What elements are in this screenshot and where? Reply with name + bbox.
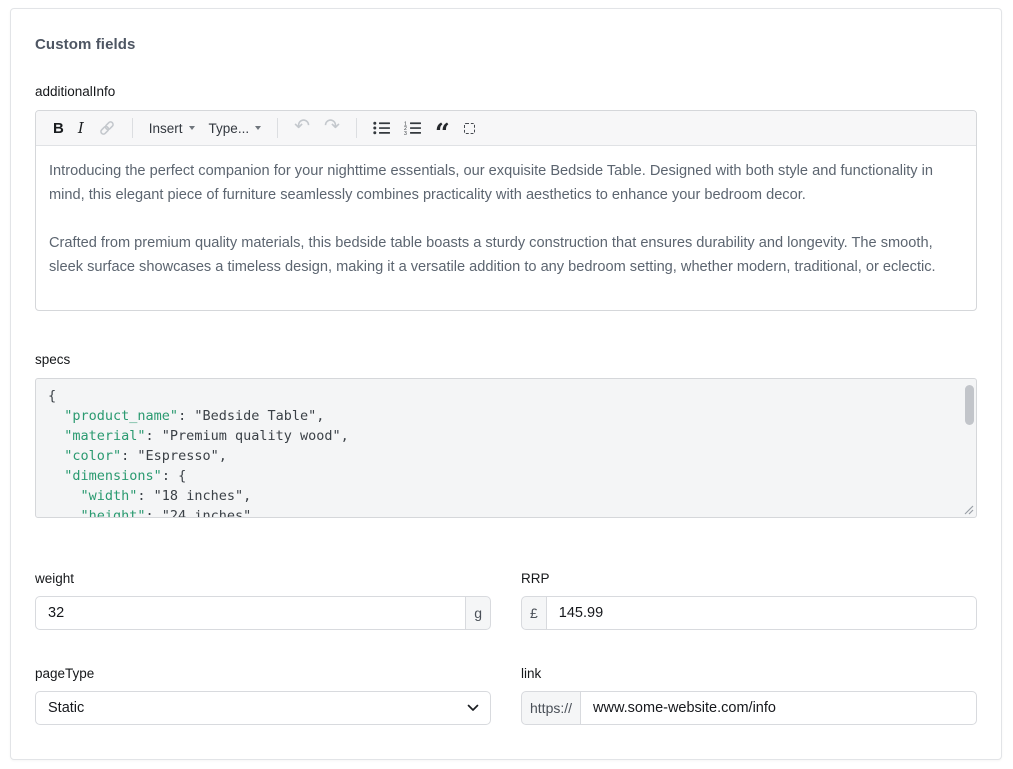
specs-code: { "product_name": "Bedside Table", "mate… [36, 379, 976, 518]
insert-dropdown-label: Insert [149, 121, 183, 136]
type-dropdown-label: Type... [209, 121, 250, 136]
rrp-input[interactable] [546, 596, 977, 630]
bullet-list-button[interactable] [366, 114, 397, 142]
page-type-label: pageType [35, 666, 491, 681]
specs-label: specs [35, 352, 977, 367]
insert-dropdown[interactable]: Insert [142, 114, 202, 142]
type-dropdown[interactable]: Type... [202, 114, 269, 142]
weight-input[interactable] [35, 596, 466, 630]
link-input[interactable] [580, 691, 977, 725]
toolbar-divider [356, 118, 357, 138]
rte-content[interactable]: Introducing the perfect companion for yo… [36, 146, 976, 310]
link-button[interactable] [91, 114, 123, 142]
chevron-down-icon [255, 126, 261, 130]
bullet-list-icon [373, 121, 390, 135]
italic-button[interactable]: I [71, 114, 91, 142]
specs-scrollbar [965, 381, 974, 503]
rte-paragraph: Introducing the perfect companion for yo… [49, 159, 963, 207]
page-type-select[interactable]: Static [35, 691, 491, 725]
field-page-type: pageType Static [35, 666, 491, 725]
rrp-input-group: £ [521, 596, 977, 630]
field-additional-info: additionalInfo B I Insert [35, 84, 977, 311]
field-specs: specs { "product_name": "Bedside Table",… [35, 352, 977, 518]
toolbar-divider [277, 118, 278, 138]
rte-toolbar: B I Insert Type... [36, 111, 976, 146]
weight-label: weight [35, 571, 491, 586]
bold-button[interactable]: B [46, 114, 71, 142]
specs-editor[interactable]: { "product_name": "Bedside Table", "mate… [35, 378, 977, 518]
field-link: link https:// [521, 666, 977, 725]
rich-text-editor: B I Insert Type... [35, 110, 977, 311]
additional-info-label: additionalInfo [35, 84, 977, 99]
scrollbar-thumb[interactable] [965, 385, 974, 425]
dashed-square-icon [464, 123, 475, 134]
protocol-addon: https:// [521, 691, 581, 725]
row-pagetype-link: pageType Static link https:// [35, 666, 977, 725]
undo-button[interactable]: ↶ [287, 114, 317, 142]
ordered-list-button[interactable]: 1 2 3 [397, 114, 428, 142]
rrp-label: RRP [521, 571, 977, 586]
page-title: Custom fields [35, 36, 977, 53]
rte-paragraph: Crafted from premium quality materials, … [49, 231, 963, 279]
field-weight: weight g [35, 571, 491, 630]
field-rrp: RRP £ [521, 571, 977, 630]
link-input-group: https:// [521, 691, 977, 725]
fullscreen-button[interactable] [457, 114, 482, 142]
currency-addon: £ [521, 596, 547, 630]
redo-button[interactable]: ↷ [317, 114, 347, 142]
resize-handle[interactable] [964, 505, 974, 515]
custom-fields-panel: Custom fields additionalInfo B I Inse [10, 8, 1002, 760]
link-label: link [521, 666, 977, 681]
svg-text:3: 3 [404, 131, 407, 135]
toolbar-divider [132, 118, 133, 138]
link-icon [98, 120, 116, 136]
ordered-list-icon: 1 2 3 [404, 121, 421, 135]
weight-input-group: g [35, 596, 491, 630]
page-type-select-wrap: Static [35, 691, 491, 725]
row-weight-rrp: weight g RRP £ [35, 571, 977, 630]
blockquote-button[interactable]: “ [428, 114, 457, 142]
chevron-down-icon [189, 126, 195, 130]
weight-unit-addon: g [465, 596, 491, 630]
